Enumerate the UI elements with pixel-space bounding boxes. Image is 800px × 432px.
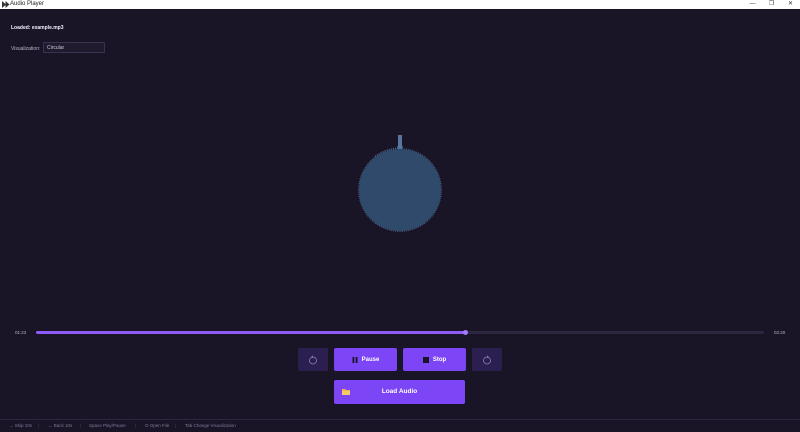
shortcut-skip: → Skip 10s xyxy=(9,420,32,431)
separator: | xyxy=(135,420,136,431)
visualizer-bar xyxy=(368,216,369,217)
visualizer-bar xyxy=(368,164,369,165)
progress-handle[interactable] xyxy=(463,330,468,335)
visualizer-bar xyxy=(375,156,376,157)
window-title: Audio Player xyxy=(10,0,44,9)
forward-10-button[interactable] xyxy=(472,348,502,371)
visualizer-bar xyxy=(385,150,386,151)
visualizer-bar xyxy=(430,217,431,218)
visualizer-bar xyxy=(370,160,371,161)
app-logo-icon xyxy=(2,1,10,8)
visualizer-bar xyxy=(381,152,382,153)
window-titlebar: Audio Player — ❐ ✕ xyxy=(0,0,800,9)
visualizer-bar xyxy=(426,222,427,223)
total-time: 02:20 xyxy=(774,330,785,335)
minimize-button[interactable]: — xyxy=(743,0,762,9)
rewind-10-icon xyxy=(308,355,318,365)
visualizer-bar xyxy=(426,158,427,159)
shortcut-open-file: O Open File xyxy=(145,420,169,431)
visualizer-bar xyxy=(432,216,433,217)
visualizer-bar xyxy=(379,153,380,154)
shortcut-back: ← Back 10s xyxy=(48,420,72,431)
forward-10-icon xyxy=(482,355,492,365)
shortcut-play-pause: Space Play/Pause xyxy=(89,420,126,431)
visualizer-bar xyxy=(369,217,370,218)
visualizer-bar xyxy=(427,159,428,160)
stop-icon xyxy=(423,357,429,363)
circular-visualizer xyxy=(352,128,448,236)
visualizer-bar xyxy=(383,151,384,152)
progress-slider[interactable] xyxy=(36,331,764,334)
visualizer-bar xyxy=(429,160,430,161)
visualizer-bar xyxy=(370,219,371,220)
visualization-label: Visualization: xyxy=(11,46,40,52)
rewind-10-button[interactable] xyxy=(298,348,328,371)
visualizer-bar xyxy=(429,219,430,220)
pause-label: Pause xyxy=(362,357,380,363)
visualizer-bar xyxy=(377,154,378,155)
stop-button[interactable]: Stop xyxy=(403,348,466,371)
pause-icon xyxy=(352,357,358,363)
separator: | xyxy=(38,420,39,431)
visualizer-bar xyxy=(372,220,373,221)
separator: | xyxy=(80,420,81,431)
maximize-button[interactable]: ❐ xyxy=(762,0,781,9)
load-audio-button[interactable]: Load Audio xyxy=(334,380,465,404)
shortcut-statusbar: → Skip 10s | ← Back 10s | Space Play/Pau… xyxy=(0,419,800,432)
visualizer-bar xyxy=(427,220,428,221)
visualizer-bar xyxy=(374,222,375,223)
shortcut-change-vis: Tab Change Visualization xyxy=(185,420,236,431)
close-button[interactable]: ✕ xyxy=(781,0,800,9)
stop-label: Stop xyxy=(433,357,446,363)
load-audio-label: Load Audio xyxy=(334,380,465,404)
visualizer-circle xyxy=(359,149,441,231)
visualizer-bar xyxy=(372,159,373,160)
separator: | xyxy=(175,420,176,431)
current-time: 01:23 xyxy=(15,330,26,335)
loaded-file-text: Loaded: example.mp3 xyxy=(11,25,64,31)
visualizer-bar xyxy=(369,162,370,163)
visualization-select[interactable]: Circular xyxy=(43,42,105,53)
visualizer-bar xyxy=(374,158,375,159)
pause-button[interactable]: Pause xyxy=(334,348,397,371)
visualizer-bar xyxy=(432,164,433,165)
visualizer-bar xyxy=(430,162,431,163)
progress-fill xyxy=(36,331,466,334)
